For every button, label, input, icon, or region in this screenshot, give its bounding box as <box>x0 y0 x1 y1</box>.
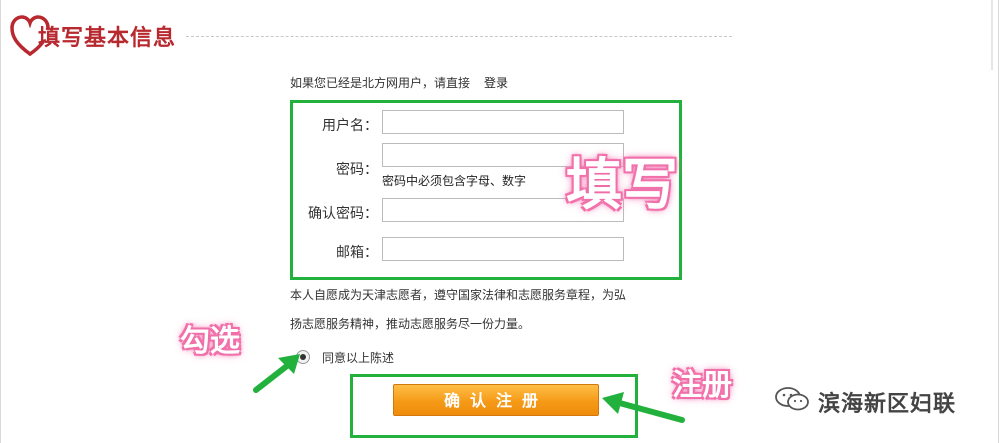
agreement-line-2: 扬志愿服务精神，推动志愿服务尽一份力量。 <box>290 317 531 331</box>
login-prompt: 如果您已经是北方网用户，请直接 登录 <box>290 74 508 91</box>
confirm-password-label: 确认密码： <box>308 206 378 222</box>
email-input[interactable] <box>382 237 624 261</box>
annotation-check: 勾选 <box>180 324 240 359</box>
username-input[interactable] <box>382 110 624 134</box>
password-hint: 密码中必须包含字母、数字 <box>382 174 527 188</box>
username-label: 用户名： <box>322 118 378 134</box>
agreement-line-1: 本人自愿成为天津志愿者，遵守国家法律和志愿服务章程，为弘 <box>290 288 627 302</box>
watermark-text: 滨海新区妇联 <box>818 392 957 417</box>
section-title: 填写基本信息 <box>38 26 177 51</box>
right-edge-mark <box>991 0 993 70</box>
arrow-to-submit-icon <box>602 392 685 423</box>
arrow-to-radio-icon <box>253 354 300 393</box>
login-link[interactable]: 登录 <box>484 76 508 90</box>
annotation-fill: 填写 <box>566 153 678 218</box>
login-prompt-text: 如果您已经是北方网用户，请直接 <box>290 76 471 90</box>
confirm-register-button[interactable]: 确认注册 <box>393 384 599 416</box>
wechat-icon <box>775 387 809 411</box>
agree-label: 同意以上陈述 <box>322 351 395 365</box>
password-label: 密码： <box>336 162 378 178</box>
title-divider <box>186 36 732 37</box>
email-label: 邮箱： <box>336 245 378 261</box>
